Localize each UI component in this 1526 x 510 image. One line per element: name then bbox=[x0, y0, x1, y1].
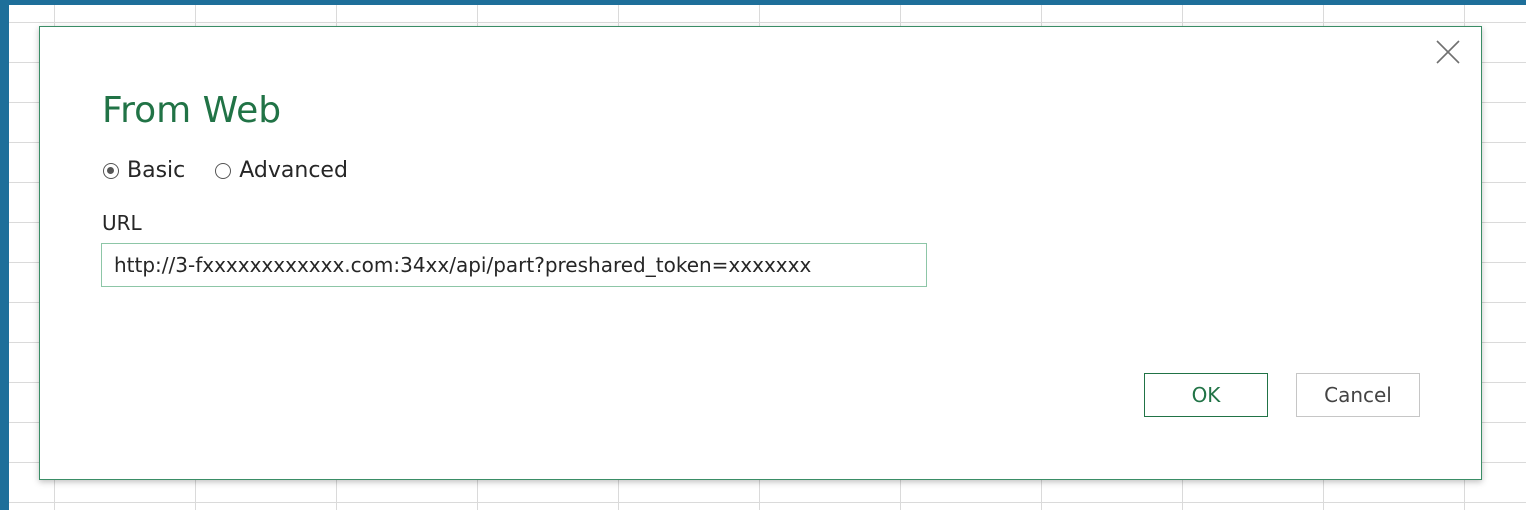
radio-advanced-label: Advanced bbox=[239, 158, 348, 183]
radio-advanced-indicator[interactable] bbox=[215, 162, 232, 179]
from-web-dialog: From Web Basic Advanced URL OK Cancel bbox=[39, 26, 1482, 480]
ok-button[interactable]: OK bbox=[1144, 373, 1268, 417]
mode-radio-group: Basic Advanced bbox=[103, 158, 348, 183]
window-left-border bbox=[0, 0, 9, 510]
close-button[interactable] bbox=[1433, 37, 1463, 67]
dialog-title: From Web bbox=[102, 90, 282, 131]
spreadsheet-background: From Web Basic Advanced URL OK Cancel bbox=[0, 0, 1526, 510]
radio-advanced[interactable]: Advanced bbox=[215, 158, 348, 183]
radio-basic-indicator[interactable] bbox=[103, 162, 119, 179]
radio-basic[interactable]: Basic bbox=[103, 158, 185, 183]
url-input[interactable] bbox=[101, 243, 927, 287]
url-label: URL bbox=[102, 211, 142, 235]
cancel-button[interactable]: Cancel bbox=[1296, 373, 1420, 417]
window-top-border bbox=[0, 0, 1526, 5]
close-icon bbox=[1436, 40, 1460, 64]
radio-basic-label: Basic bbox=[127, 158, 186, 183]
